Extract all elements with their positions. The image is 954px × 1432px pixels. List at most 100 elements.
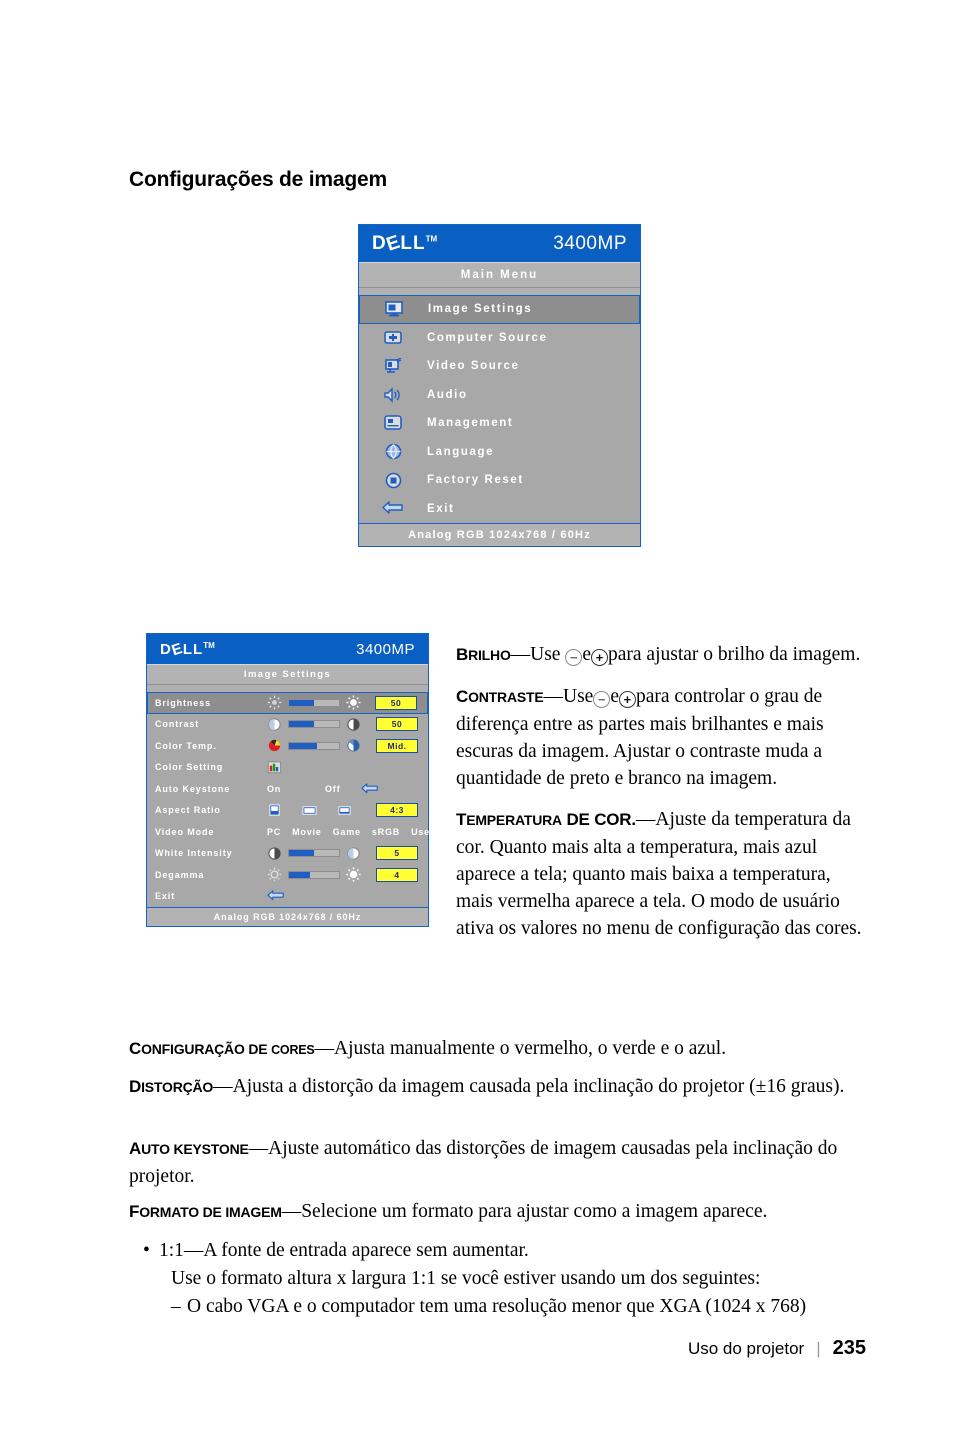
menu-item-video-source[interactable]: Video Source <box>359 352 640 381</box>
projector-model-label: 3400MP <box>553 232 627 254</box>
auto-keystone-on-option[interactable]: On <box>267 784 325 794</box>
exit-control[interactable] <box>267 890 428 902</box>
degamma-high-icon <box>346 867 361 882</box>
brightness-low-icon <box>267 696 282 710</box>
setting-label: Video Mode <box>155 826 215 837</box>
distorcao-text: —Ajusta a distorção da imagem causada pe… <box>213 1075 845 1097</box>
list-item-text: 1:1—A fonte de entrada aparece sem aumen… <box>159 1240 529 1261</box>
list-item: Use o formato altura x largura 1:1 se vo… <box>143 1265 883 1293</box>
auto-keystone-off-option[interactable]: Off <box>325 784 361 794</box>
osd-main-spacer <box>359 288 640 295</box>
menu-item-label: Image Settings <box>428 303 533 316</box>
setting-row-brightness[interactable]: Brightness 50 <box>147 692 428 714</box>
minus-button-glyph: − <box>565 649 583 666</box>
color-wheel-cool-icon <box>347 739 360 752</box>
setting-row-degamma[interactable]: Degamma 4 <box>147 864 428 886</box>
contrast-control[interactable] <box>267 717 376 732</box>
plus-button-glyph: + <box>618 691 636 708</box>
setting-row-video-mode[interactable]: Video Mode PC Movie Game sRGB User <box>147 821 433 843</box>
white-intensity-value[interactable]: 5 <box>376 846 418 861</box>
menu-item-exit[interactable]: Exit <box>359 495 640 524</box>
brilho-text-b: e <box>582 644 591 665</box>
term-formato-imagem: FORMATO DE IMAGEM <box>129 1201 282 1221</box>
setting-row-white-intensity[interactable]: White Intensity 5 <box>147 843 428 865</box>
back-arrow-icon[interactable] <box>361 782 379 795</box>
back-arrow-icon <box>359 501 427 516</box>
degamma-slider[interactable] <box>288 870 340 879</box>
term-contraste: CONTRASTE <box>456 687 544 706</box>
setting-row-color-temp[interactable]: Color Temp. Mid. <box>147 735 428 757</box>
video-mode-option-user[interactable]: User <box>411 827 434 837</box>
brightness-value[interactable]: 50 <box>375 695 417 710</box>
term-brilho: BRILHO <box>456 645 511 664</box>
back-arrow-icon[interactable] <box>267 890 285 902</box>
color-bars-icon <box>267 761 282 773</box>
footer-separator: | <box>816 1338 821 1358</box>
paragraph-contraste: CONTRASTE—Use − e + para controlar o grau de… <box>456 683 868 792</box>
color-temp-value[interactable]: Mid. <box>376 738 418 753</box>
paragraph-configuracao-cores: CONFIGURAÇÃO DE CORES—Ajusta manualmente… <box>129 1035 869 1064</box>
paragraph-formato-imagem: FORMATO DE IMAGEM—Selecione um formato p… <box>129 1198 869 1226</box>
color-temp-slider[interactable] <box>288 741 340 750</box>
aspect-ratio-control[interactable] <box>267 803 376 818</box>
brightness-control[interactable] <box>267 695 375 710</box>
dell-logo: DELLTM <box>372 230 438 256</box>
color-temp-control[interactable] <box>267 738 376 753</box>
menu-item-factory-reset[interactable]: Factory Reset <box>359 466 640 495</box>
white-intensity-low-icon <box>268 847 281 860</box>
video-mode-option-movie[interactable]: Movie <box>292 827 322 837</box>
osd-main-header: DELLTM 3400MP <box>359 225 640 262</box>
menu-item-label: Language <box>427 445 495 458</box>
setting-row-contrast[interactable]: Contrast 50 <box>147 714 428 736</box>
osd-image-title: Image Settings <box>147 664 428 685</box>
contraste-text-a: —Use <box>543 686 594 707</box>
brightness-slider[interactable] <box>288 698 340 707</box>
contrast-value[interactable]: 50 <box>376 717 418 732</box>
osd-main-menu-screenshot: DELLTM 3400MP Main Menu Image Settings C… <box>358 224 641 547</box>
white-intensity-control[interactable] <box>267 846 376 861</box>
degamma-control[interactable] <box>267 867 376 882</box>
menu-item-audio[interactable]: Audio <box>359 381 640 410</box>
contrast-low-icon <box>268 718 281 731</box>
setting-row-aspect-ratio[interactable]: Aspect Ratio 4:3 <box>147 800 428 822</box>
menu-item-computer-source[interactable]: Computer Source <box>359 324 640 353</box>
setting-label: Auto Keystone <box>155 783 231 794</box>
osd-image-settings-screenshot: DELLTM 3400MP Image Settings Brightness … <box>146 633 433 927</box>
auto-keystone-control[interactable]: On Off <box>267 782 379 795</box>
formato-bullet-list: • 1:1—A fonte de entrada aparece sem aum… <box>143 1237 883 1321</box>
right-text-column: BRILHO—Use − e + para ajustar o brilho da i… <box>456 641 868 956</box>
osd-image-header: DELLTM 3400MP <box>147 634 428 664</box>
computer-source-icon <box>359 330 427 345</box>
video-mode-option-srgb[interactable]: sRGB <box>372 827 400 837</box>
white-intensity-high-icon <box>347 847 360 860</box>
video-mode-option-pc[interactable]: PC <box>267 827 281 837</box>
video-source-icon <box>359 358 427 374</box>
reset-icon <box>359 472 427 489</box>
dell-logo: DELLTM <box>160 639 215 659</box>
footer-section-label: Uso do projetor <box>687 1338 805 1358</box>
setting-row-auto-keystone[interactable]: Auto Keystone On Off <box>147 778 428 800</box>
list-item-text: O cabo VGA e o computador tem uma resolu… <box>187 1296 807 1317</box>
management-icon <box>359 415 427 431</box>
setting-row-exit[interactable]: Exit <box>147 886 428 908</box>
setting-label: Contrast <box>155 719 200 730</box>
aspect-1-1-icon <box>269 804 280 816</box>
menu-item-language[interactable]: Language <box>359 438 640 467</box>
paragraph-brilho: BRILHO—Use − e + para ajustar o brilho da i… <box>456 641 868 669</box>
aspect-ratio-value[interactable]: 4:3 <box>376 803 418 818</box>
contrast-high-icon <box>347 718 360 731</box>
degamma-value[interactable]: 4 <box>376 867 418 882</box>
osd-image-spacer <box>147 685 428 692</box>
term-configuracao-cores: CONFIGURAÇÃO DE CORES <box>129 1038 315 1058</box>
color-setting-control[interactable] <box>267 760 376 775</box>
page-title: Configurações de imagem <box>129 168 387 191</box>
setting-row-color-setting[interactable]: Color Setting <box>147 757 428 779</box>
video-mode-options[interactable]: PC Movie Game sRGB User <box>267 827 434 837</box>
menu-item-image-settings[interactable]: Image Settings <box>359 295 640 324</box>
white-intensity-slider[interactable] <box>288 849 340 858</box>
contrast-slider[interactable] <box>288 720 340 729</box>
menu-item-label: Audio <box>427 388 468 401</box>
speaker-icon <box>359 387 427 403</box>
video-mode-option-game[interactable]: Game <box>333 827 361 837</box>
menu-item-management[interactable]: Management <box>359 409 640 438</box>
